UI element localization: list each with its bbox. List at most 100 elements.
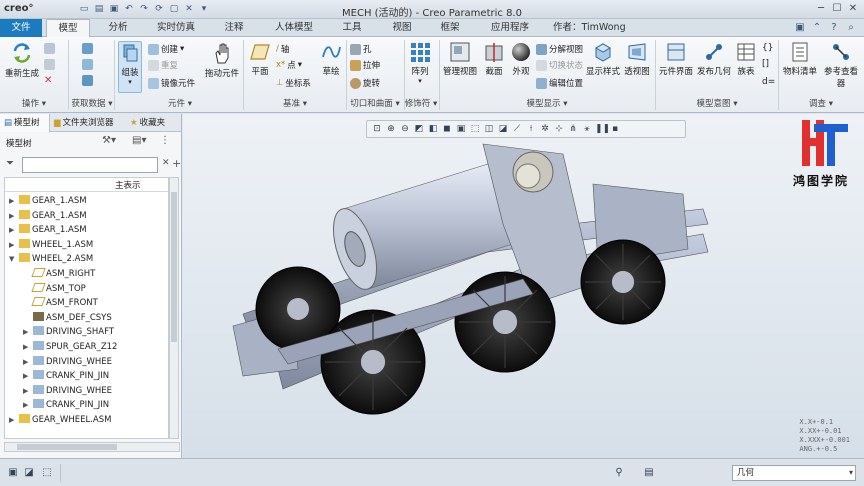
toggle-status-button[interactable]: 切换状态 bbox=[536, 59, 583, 71]
find-icon[interactable]: ⚲ bbox=[612, 466, 626, 480]
mirror-component-button[interactable]: 镜像元件 bbox=[148, 77, 195, 89]
plane-button[interactable]: 平面 bbox=[246, 41, 274, 77]
reference-viewer-button[interactable]: 参考查看器 bbox=[820, 41, 862, 89]
switch-dimensions-button[interactable]: d= bbox=[762, 77, 775, 87]
expand-icon[interactable]: ▶ bbox=[9, 194, 19, 208]
tree-row[interactable]: ▼ WHEEL_2.ASM bbox=[9, 252, 93, 266]
expand-icon[interactable]: ▶ bbox=[23, 369, 33, 383]
full-screen-icon[interactable]: ⬚ bbox=[40, 466, 54, 480]
tab-framework[interactable]: 框架 bbox=[428, 19, 472, 37]
tab-applications[interactable]: 应用程序 bbox=[480, 19, 540, 37]
tree-row[interactable]: ASM_FRONT bbox=[23, 296, 98, 310]
graphics-window[interactable]: ⊡ ⊕ ⊖ ◩ ◧ ◼ ▣ ⬚ ◫ ◪ ⟋ ⟊ ✲ ⊹ ⋔ ⚹ ❚❚ ▪ 鸿图学… bbox=[183, 114, 864, 458]
tree-columns-icon[interactable]: ▤▾ bbox=[132, 135, 146, 146]
toggle-browser-icon[interactable]: ◪ bbox=[22, 466, 36, 480]
family-table-button[interactable]: 族表 bbox=[734, 41, 758, 77]
copy-button[interactable] bbox=[44, 43, 55, 54]
expand-icon[interactable]: ▶ bbox=[9, 209, 19, 223]
clear-search-icon[interactable]: ✕ bbox=[162, 158, 170, 168]
close-window-icon[interactable]: ✕ bbox=[183, 3, 195, 15]
tab-manikin[interactable]: 人体模型 bbox=[264, 19, 324, 37]
expand-icon[interactable]: ▶ bbox=[23, 340, 33, 354]
expand-icon[interactable]: ▶ bbox=[9, 238, 19, 252]
tab-analysis[interactable]: 分析 bbox=[96, 19, 140, 37]
toggle-navigator-icon[interactable]: ▣ bbox=[6, 466, 20, 480]
new-file-icon[interactable]: ▭ bbox=[78, 3, 90, 15]
tree-row[interactable]: ▶ CRANK_PIN_JIN bbox=[23, 398, 109, 412]
edit-position-button[interactable]: 编辑位置 bbox=[536, 77, 583, 89]
tree-row[interactable]: ▶ WHEEL_1.ASM bbox=[9, 238, 93, 252]
bom-button[interactable]: 物料清单 bbox=[782, 41, 818, 77]
tab-live-simulation[interactable]: 实时仿真 bbox=[146, 19, 206, 37]
scrollbar-thumb[interactable] bbox=[17, 444, 117, 450]
drag-components-button[interactable]: 拖动元件 bbox=[202, 41, 242, 79]
selection-filter-select[interactable]: 几何 ▾ bbox=[732, 465, 856, 481]
tree-settings-icon[interactable]: ⚒▾ bbox=[102, 135, 116, 146]
revolve-button[interactable]: 旋转 bbox=[350, 77, 380, 89]
add-column-icon[interactable]: + bbox=[172, 157, 181, 170]
paste-button[interactable] bbox=[44, 59, 55, 70]
window-icon[interactable]: ▢ bbox=[168, 3, 180, 15]
sketch-button[interactable]: 草绘 bbox=[318, 41, 344, 77]
open-folder-icon[interactable]: ▤ bbox=[93, 3, 105, 15]
tree-row[interactable]: ▶ CRANK_PIN_JIN bbox=[23, 369, 109, 383]
collapse-icon[interactable]: ▼ bbox=[9, 252, 19, 266]
collapse-ribbon-icon[interactable]: ⌃ bbox=[810, 21, 824, 35]
selection-buffer-icon[interactable]: ▤ bbox=[642, 466, 656, 480]
expand-icon[interactable]: ▶ bbox=[23, 398, 33, 412]
tree-row[interactable]: ▶ GEAR_1.ASM bbox=[9, 223, 87, 237]
window-layout-icon[interactable]: ▣ bbox=[793, 21, 807, 35]
component-interface-button[interactable]: 元件界面 bbox=[658, 41, 694, 77]
expand-icon[interactable]: ▶ bbox=[9, 223, 19, 237]
tab-model[interactable]: 模型 bbox=[46, 19, 90, 38]
tree-row[interactable]: ▶ DRIVING_WHEE bbox=[23, 384, 112, 398]
help-icon[interactable]: ? bbox=[827, 21, 841, 35]
expand-icon[interactable]: ▶ bbox=[9, 413, 19, 427]
maximize-icon[interactable]: ☐ bbox=[830, 2, 844, 16]
tab-view[interactable]: 视图 bbox=[380, 19, 424, 37]
tab-folder-browser[interactable]: ▆ 文件夹浏览器 bbox=[54, 114, 126, 132]
close-icon[interactable]: ✕ bbox=[846, 2, 860, 16]
tree-row[interactable]: ▶ SPUR_GEAR_Z12 bbox=[23, 340, 117, 354]
save-icon[interactable]: ▣ bbox=[108, 3, 120, 15]
expand-icon[interactable]: ▶ bbox=[23, 355, 33, 369]
scrollbar-thumb[interactable] bbox=[171, 192, 177, 342]
point-button[interactable]: x* 点 ▾ bbox=[276, 59, 302, 71]
parameters-button[interactable]: [] bbox=[762, 59, 769, 69]
csys-button[interactable]: ⊥ 坐标系 bbox=[276, 77, 311, 89]
tree-horizontal-scrollbar[interactable] bbox=[4, 442, 180, 452]
tree-more-icon[interactable]: ⋮ bbox=[160, 135, 170, 146]
tab-annotate[interactable]: 注释 bbox=[212, 19, 256, 37]
minimize-icon[interactable]: ─ bbox=[814, 2, 828, 16]
tab-model-tree[interactable]: ▤ 模型树 bbox=[0, 114, 50, 132]
tree-row[interactable]: ASM_TOP bbox=[23, 282, 86, 296]
tree-row[interactable]: ▶ GEAR_1.ASM bbox=[9, 194, 87, 208]
explode-view-button[interactable]: 分解视图 bbox=[536, 43, 583, 55]
search-icon[interactable]: ⌕ bbox=[844, 21, 858, 35]
tab-file[interactable]: 文件 bbox=[0, 19, 42, 37]
tree-row[interactable]: ▶ DRIVING_SHAFT bbox=[23, 325, 114, 339]
assemble-button[interactable]: 组装 ▾ bbox=[118, 41, 142, 93]
regenerate-icon[interactable]: ⟳ bbox=[153, 3, 165, 15]
tree-row[interactable]: ASM_RIGHT bbox=[23, 267, 95, 281]
tree-row[interactable]: ▶ GEAR_WHEEL.ASM bbox=[9, 413, 111, 427]
hole-button[interactable]: 孔 bbox=[350, 43, 372, 55]
tree-vertical-scrollbar[interactable] bbox=[169, 177, 179, 439]
tree-row[interactable]: ▶ DRIVING_WHEE bbox=[23, 355, 112, 369]
redo-icon[interactable]: ↷ bbox=[138, 3, 150, 15]
extrude-button[interactable]: 拉伸 bbox=[350, 59, 380, 71]
shrinkwrap-button[interactable] bbox=[82, 75, 93, 86]
display-style-button[interactable]: 显示样式 bbox=[586, 41, 620, 77]
publish-geometry-button[interactable]: 发布几何 bbox=[696, 41, 732, 77]
regenerate-button[interactable]: 重新生成 bbox=[4, 41, 40, 79]
tree-search-input[interactable] bbox=[22, 157, 158, 173]
filter-icon[interactable]: ⏷ bbox=[6, 158, 14, 169]
customize-qat-icon[interactable]: ▾ bbox=[198, 3, 210, 15]
tab-tools[interactable]: 工具 bbox=[330, 19, 374, 37]
tab-favorites[interactable]: ★ 收藏夹 bbox=[130, 114, 180, 132]
section-button[interactable]: 截面 bbox=[480, 41, 508, 77]
tree-row[interactable]: ▶ GEAR_1.ASM bbox=[9, 209, 87, 223]
expand-icon[interactable]: ▶ bbox=[23, 384, 33, 398]
model-tree[interactable]: 主表示 ▶ GEAR_1.ASM ▶ GEAR_1.ASM ▶ GEAR_1.ASM ▶ WH… bbox=[4, 177, 169, 439]
axis-button[interactable]: / 轴 bbox=[276, 43, 289, 55]
